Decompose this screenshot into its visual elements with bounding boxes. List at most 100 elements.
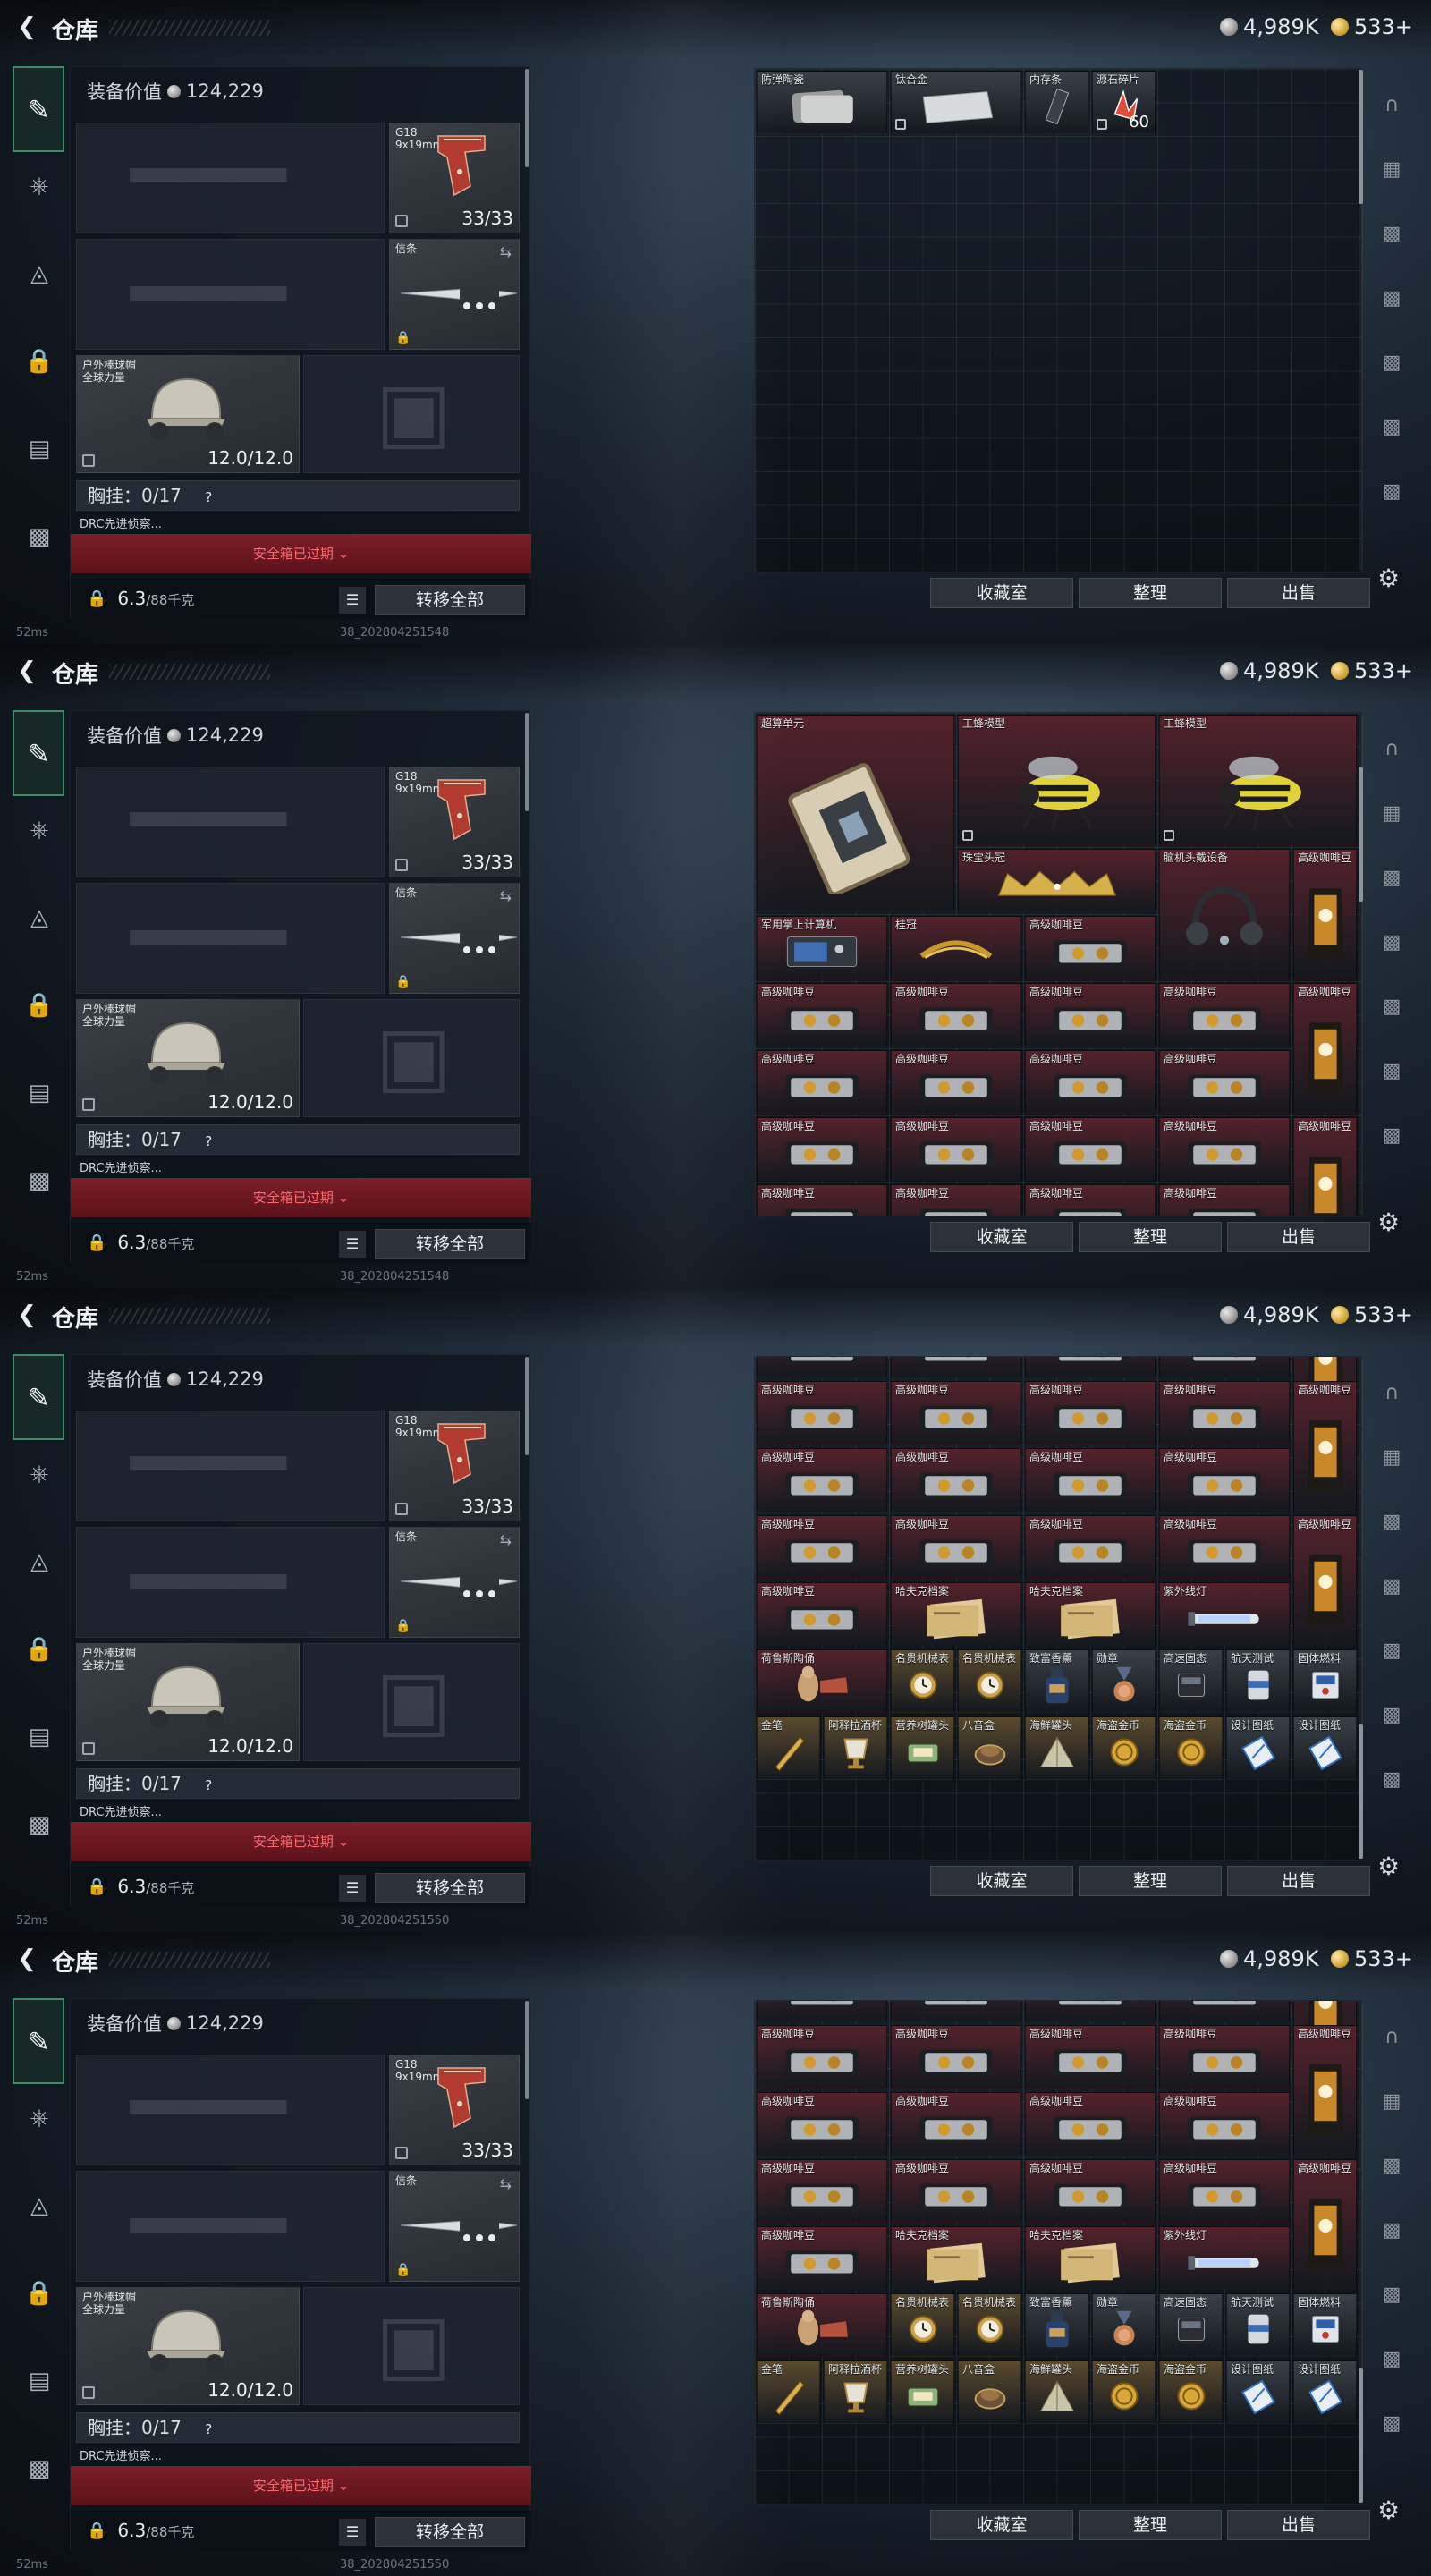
inventory-item[interactable]: 高级咖啡豆 [757,1448,887,1512]
inventory-item[interactable]: 海鲜罐头 [1025,2360,1088,2424]
inventory-item[interactable]: 高级咖啡豆 [891,1117,1021,1181]
inventory-item[interactable]: 高级咖啡豆 [757,1117,887,1181]
help-icon[interactable]: ? [199,1132,217,1150]
silver-currency[interactable]: 4,989K [1220,14,1318,39]
gold-currency[interactable]: 533+ [1331,1302,1413,1327]
inventory-item[interactable]: 哈夫克档案 [1025,1582,1156,1646]
warehouse-grid[interactable]: 防弹陶瓷 钛合金 内存条 源石碎片 60 [754,68,1362,573]
inventory-item[interactable]: 致富香薰 [1025,1649,1088,1713]
scroll-thumb[interactable] [1359,1724,1363,1859]
inventory-item[interactable]: 航天测试 [1226,2293,1290,2357]
list-view-icon[interactable]: ☰ [339,1875,366,1902]
collection-room-button[interactable]: 收藏室 [930,1222,1073,1252]
safe-box-expired-banner[interactable]: 安全箱已过期 ⌄ [71,1178,531,1217]
storage-rack-icon[interactable]: ▦ [1370,2084,1413,2120]
lock-icon[interactable]: 🔒 [20,1630,59,1669]
inventory-item[interactable]: 哈夫克档案 [1025,2226,1156,2290]
swap-icon[interactable]: ⇆ [500,887,512,904]
list-view-icon[interactable]: ☰ [339,1231,366,1258]
chest-rig-slot[interactable]: 胸挂：0/17 ? [76,480,520,511]
inventory-item[interactable]: 高级咖啡豆 [891,1448,1021,1512]
bin-2-icon[interactable]: ▩ [1370,860,1413,896]
silver-currency[interactable]: 4,989K [1220,1302,1318,1327]
inventory-item[interactable]: 高级咖啡豆 [1293,983,1357,1114]
transfer-all-button[interactable]: 转移全部 [375,1873,525,1903]
armor-icon[interactable]: ⎈ [20,166,59,206]
bin-4-icon[interactable]: ▩ [1370,345,1413,381]
back-arrow-icon[interactable]: ❮ [13,13,41,41]
warehouse-scrollbar[interactable] [1359,70,1363,571]
chest-rig-slot[interactable]: 胸挂：0/17 ? [76,1124,520,1155]
case-icon[interactable]: ▤ [20,2361,59,2401]
inventory-item[interactable]: 脑机头戴设备 [1159,849,1290,979]
gold-currency[interactable]: 533+ [1331,1946,1413,1971]
warehouse-grid[interactable]: 高级咖啡豆 高级咖啡豆 高级咖啡豆 高级咖啡豆 高级咖啡豆 高级咖啡豆 高级咖啡豆 高级咖啡豆… [754,1356,1362,1861]
inventory-item[interactable]: 高级咖啡豆 [891,1515,1021,1579]
primary-weapon-slot[interactable]: ━━━ [76,767,385,877]
backpack-icon[interactable]: ◬ [20,2186,59,2225]
inventory-item[interactable]: 固体燃料 [1293,1649,1357,1713]
inventory-item[interactable]: 高级咖啡豆 [891,2092,1021,2156]
inventory-item[interactable]: 工蜂模型 [1159,715,1357,845]
inventory-item[interactable]: 高级咖啡豆 [1025,1515,1156,1579]
inventory-item[interactable]: 营养树罐头 [891,1716,954,1780]
pistol-slot[interactable]: G18 9x19mm 33/33 [389,767,520,877]
inventory-item[interactable]: 高级咖啡豆 [891,2001,1021,2021]
equipment-scrollbar[interactable] [525,1357,529,1455]
backpack-icon[interactable]: ◬ [20,254,59,293]
inventory-item[interactable]: 海鲜罐头 [1025,1716,1088,1780]
bin-6-icon[interactable]: ▩ [1370,1762,1413,1798]
list-view-icon[interactable]: ☰ [339,2519,366,2546]
bin-2-icon[interactable]: ▩ [1370,216,1413,252]
sell-button[interactable]: 出售 [1227,1222,1370,1252]
back-arrow-icon[interactable]: ❮ [13,1945,41,1973]
primary-weapon-slot[interactable]: ━━━ [76,1411,385,1521]
secondary-weapon-slot[interactable]: ━━━ [76,883,385,994]
inventory-item[interactable]: 高级咖啡豆 [1159,1117,1290,1181]
inventory-item[interactable]: 高级咖啡豆 [1025,1117,1156,1181]
gear-icon[interactable]: ⚙ [1377,2496,1400,2525]
inventory-item[interactable]: 高级咖啡豆 [757,983,887,1046]
secondary-weapon-slot[interactable]: ━━━ [76,1527,385,1638]
inventory-item[interactable]: 高级咖啡豆 [757,1381,887,1445]
briefcase-icon[interactable]: ▩ [20,517,59,556]
helmet-slot[interactable]: 户外棒球帽 全球力量 12.0/12.0 [76,999,300,1117]
armor-slot[interactable]: ▣ [303,355,520,473]
gold-currency[interactable]: 533+ [1331,14,1413,39]
bin-4-icon[interactable]: ▩ [1370,1633,1413,1669]
chest-rig-slot[interactable]: 胸挂：0/17 ? [76,2412,520,2443]
inventory-item[interactable]: 高级咖啡豆 [757,1515,887,1579]
inventory-item[interactable]: 金笔 [757,2360,820,2424]
transfer-all-button[interactable]: 转移全部 [375,2517,525,2547]
safe-box-expired-banner[interactable]: 安全箱已过期 ⌄ [71,1822,531,1861]
inventory-item[interactable]: 高级咖啡豆 [757,2226,887,2290]
inventory-item[interactable]: 海盗金币 [1159,2360,1223,2424]
back-arrow-icon[interactable]: ❮ [13,1301,41,1329]
pistol-icon[interactable]: ✎ [13,710,64,796]
inventory-item[interactable]: 高级咖啡豆 [1025,1448,1156,1512]
inventory-item[interactable]: 固体燃料 [1293,2293,1357,2357]
inventory-item[interactable]: 设计图纸 [1226,1716,1290,1780]
inventory-item[interactable]: 高级咖啡豆 [1025,1357,1156,1377]
inventory-item[interactable]: 高级咖啡豆 [1159,1184,1290,1216]
primary-weapon-slot[interactable]: ━━━ [76,2055,385,2165]
sort-button[interactable]: 整理 [1079,1222,1222,1252]
bin-5-icon[interactable]: ▩ [1370,1698,1413,1733]
help-icon[interactable]: ? [199,2420,217,2438]
inventory-item[interactable]: 桂冠 [891,916,1021,979]
inventory-item[interactable]: 高级咖啡豆 [757,1184,887,1216]
inventory-item[interactable]: 高级咖啡豆 [1159,983,1290,1046]
equipment-scrollbar[interactable] [525,713,529,811]
bin-2-icon[interactable]: ▩ [1370,1504,1413,1540]
bin-2-icon[interactable]: ▩ [1370,2148,1413,2184]
scroll-thumb[interactable] [1359,70,1363,204]
melee-slot[interactable]: 信条 ⇆ 🔒 [389,2171,520,2282]
bin-3-icon[interactable]: ▩ [1370,1569,1413,1605]
storage-rack-icon[interactable]: ▦ [1370,152,1413,188]
inventory-item[interactable]: 高级咖啡豆 [757,2001,887,2021]
scroll-thumb[interactable] [1359,2368,1363,2503]
inventory-item[interactable]: 高级咖啡豆 [1293,849,1357,979]
storage-rack-icon[interactable]: ▦ [1370,1440,1413,1476]
archway-icon[interactable]: ∩ [1370,2020,1413,2055]
inventory-item[interactable]: 高级咖啡豆 [891,983,1021,1046]
